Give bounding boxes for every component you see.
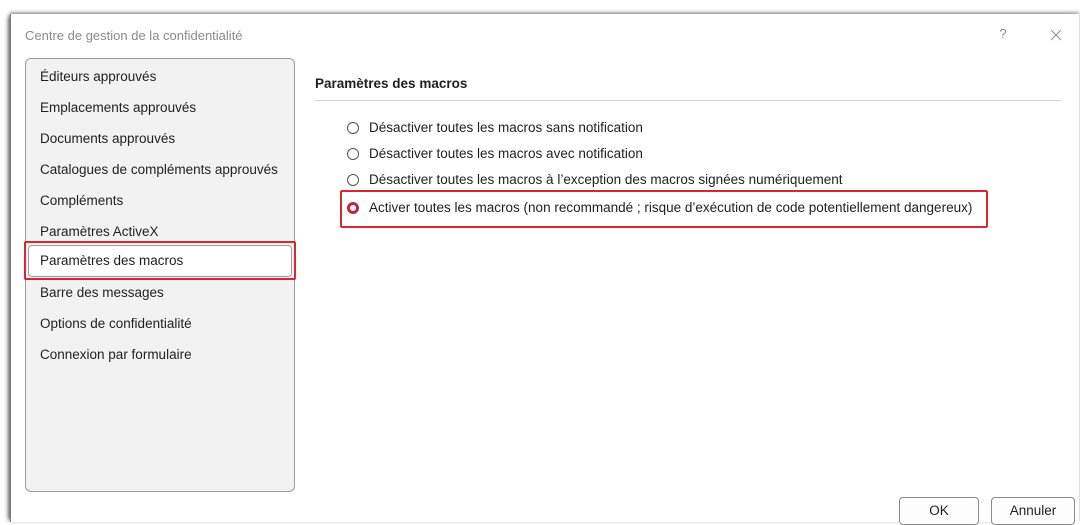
- sidebar-item-label: Barre des messages: [40, 285, 164, 300]
- sidebar-item-label: Options de confidentialité: [40, 316, 192, 331]
- window-title: Centre de gestion de la confidentialité: [25, 28, 243, 43]
- option-label: Désactiver toutes les macros avec notifi…: [369, 146, 643, 161]
- highlight-annotation-option: [340, 190, 988, 228]
- ok-button[interactable]: OK: [899, 497, 979, 525]
- section-title: Paramètres des macros: [315, 76, 468, 91]
- sidebar-item-form-based-signin[interactable]: Connexion par formulaire: [26, 343, 294, 367]
- sidebar-item-trusted-locations[interactable]: Emplacements approuvés: [26, 96, 294, 120]
- section-divider: [315, 100, 1061, 101]
- sidebar-item-label: Compléments: [40, 193, 124, 208]
- highlight-annotation-sidebar: [24, 241, 296, 280]
- close-icon[interactable]: [1045, 24, 1067, 46]
- option-label: Désactiver toutes les macros à l’excepti…: [369, 172, 843, 187]
- sidebar-item-privacy-options[interactable]: Options de confidentialité: [26, 312, 294, 336]
- sidebar-item-trusted-addin-catalogs[interactable]: Catalogues de compléments approuvés: [26, 158, 294, 182]
- sidebar-item-addins[interactable]: Compléments: [26, 189, 294, 213]
- sidebar-item-trusted-documents[interactable]: Documents approuvés: [26, 127, 294, 151]
- radio-button[interactable]: [347, 122, 359, 134]
- sidebar-item-message-bar[interactable]: Barre des messages: [26, 281, 294, 305]
- trust-center-dialog: Centre de gestion de la confidentialité …: [10, 14, 1079, 525]
- option-label: Désactiver toutes les macros sans notifi…: [369, 120, 643, 135]
- radio-button[interactable]: [347, 148, 359, 160]
- sidebar-item-label: Éditeurs approuvés: [40, 69, 157, 84]
- title-bar: Centre de gestion de la confidentialité …: [11, 14, 1079, 54]
- radio-button[interactable]: [347, 174, 359, 186]
- sidebar-item-label: Documents approuvés: [40, 131, 176, 146]
- sidebar-item-trusted-publishers[interactable]: Éditeurs approuvés: [26, 65, 294, 89]
- help-button[interactable]: ?: [995, 26, 1011, 44]
- sidebar-item-label: Catalogues de compléments approuvés: [40, 162, 278, 177]
- sidebar-item-label: Emplacements approuvés: [40, 100, 197, 115]
- sidebar-item-label: Connexion par formulaire: [40, 347, 192, 362]
- cancel-button[interactable]: Annuler: [991, 497, 1075, 525]
